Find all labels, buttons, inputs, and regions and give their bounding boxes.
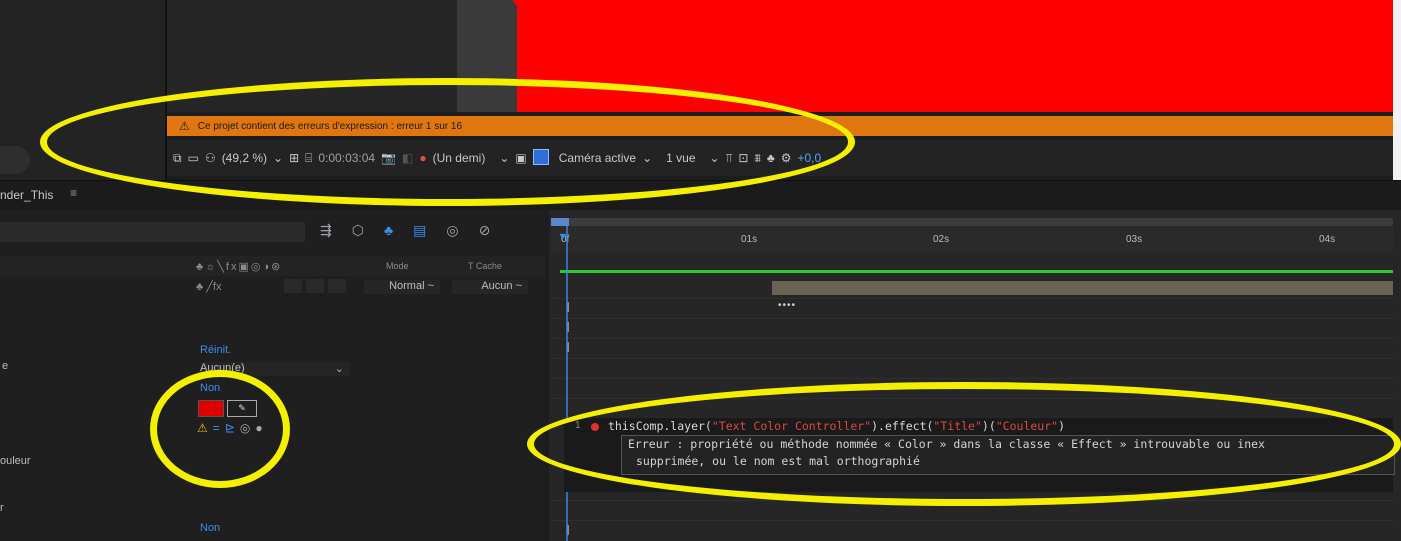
annotation-ellipse bbox=[527, 382, 1401, 506]
blend-mode-select[interactable]: Normal ~ bbox=[364, 280, 440, 294]
ruler-tick: 04s bbox=[1319, 234, 1336, 245]
property-label: r bbox=[0, 502, 4, 514]
viewer-edge bbox=[1393, 0, 1401, 180]
timeline-switches: ⇶ ⬡ ♣ ▤ ◎ ⊘ bbox=[320, 222, 490, 239]
ruler-tick: 02s bbox=[933, 234, 950, 245]
checkbox-value-non[interactable]: Non bbox=[200, 522, 220, 534]
timeline-tab[interactable]: nder_This bbox=[0, 188, 53, 202]
mode-column-header[interactable]: Mode bbox=[386, 261, 409, 271]
row-divider bbox=[551, 298, 1393, 299]
keyframe-markers[interactable]: •••• bbox=[778, 300, 796, 311]
comp-flowchart-icon[interactable]: ⇶ bbox=[320, 222, 332, 239]
motion-blur-icon[interactable]: ◎ bbox=[446, 222, 458, 239]
work-area-bar[interactable] bbox=[560, 270, 1393, 273]
property-label: e bbox=[2, 360, 9, 372]
layer-column-header: ♣☼╲fx▣◎◑⊛ Mode T Cache bbox=[0, 256, 545, 276]
row-divider bbox=[551, 338, 1393, 339]
ruler-tick: 01s bbox=[741, 234, 758, 245]
time-ruler[interactable]: 0f 01s 02s 03s 04s bbox=[551, 226, 1393, 252]
chevron-down-icon: ⌄ bbox=[334, 363, 344, 375]
annotation-ellipse bbox=[40, 78, 855, 206]
shy-layers-icon[interactable]: ♣ bbox=[384, 222, 393, 239]
layer-duration-bar[interactable] bbox=[772, 281, 1393, 295]
frame-blending-icon[interactable]: ▤ bbox=[413, 222, 426, 239]
time-navigator-start-handle[interactable] bbox=[551, 218, 569, 226]
graph-editor-icon[interactable]: ⊘ bbox=[479, 222, 491, 239]
row-divider bbox=[551, 318, 1393, 319]
layer-switches-icon[interactable]: ♣ ╱fx bbox=[196, 280, 221, 293]
panel-toggle-button[interactable] bbox=[0, 146, 30, 174]
layer-switches-icon: ♣☼╲fx▣◎◑⊛ bbox=[196, 261, 283, 273]
ruler-tick: 03s bbox=[1126, 234, 1143, 245]
layer-row[interactable]: ♣ ╱fx Normal ~ Aucun ~ bbox=[0, 278, 545, 296]
row-divider bbox=[551, 358, 1393, 359]
tab-menu-icon[interactable]: ≡ bbox=[70, 186, 77, 200]
switch-box[interactable] bbox=[328, 279, 346, 293]
row-divider bbox=[551, 520, 1393, 521]
trkmat-column-header[interactable]: T Cache bbox=[468, 261, 502, 271]
property-label-couleur: ouleur bbox=[0, 455, 31, 467]
track-matte-select[interactable]: Aucun ~ bbox=[452, 280, 528, 294]
playhead-icon[interactable]: ⯆ bbox=[558, 230, 568, 245]
annotation-ellipse bbox=[150, 370, 290, 488]
reset-link[interactable]: Réinit. bbox=[200, 344, 231, 356]
switch-box[interactable] bbox=[284, 279, 302, 293]
row-divider bbox=[551, 378, 1393, 379]
layer-search-input[interactable] bbox=[0, 222, 305, 242]
switch-box[interactable] bbox=[306, 279, 324, 293]
draft-3d-icon[interactable]: ⬡ bbox=[352, 222, 364, 239]
playhead-line[interactable] bbox=[566, 226, 568, 541]
time-navigator[interactable] bbox=[551, 218, 1393, 226]
